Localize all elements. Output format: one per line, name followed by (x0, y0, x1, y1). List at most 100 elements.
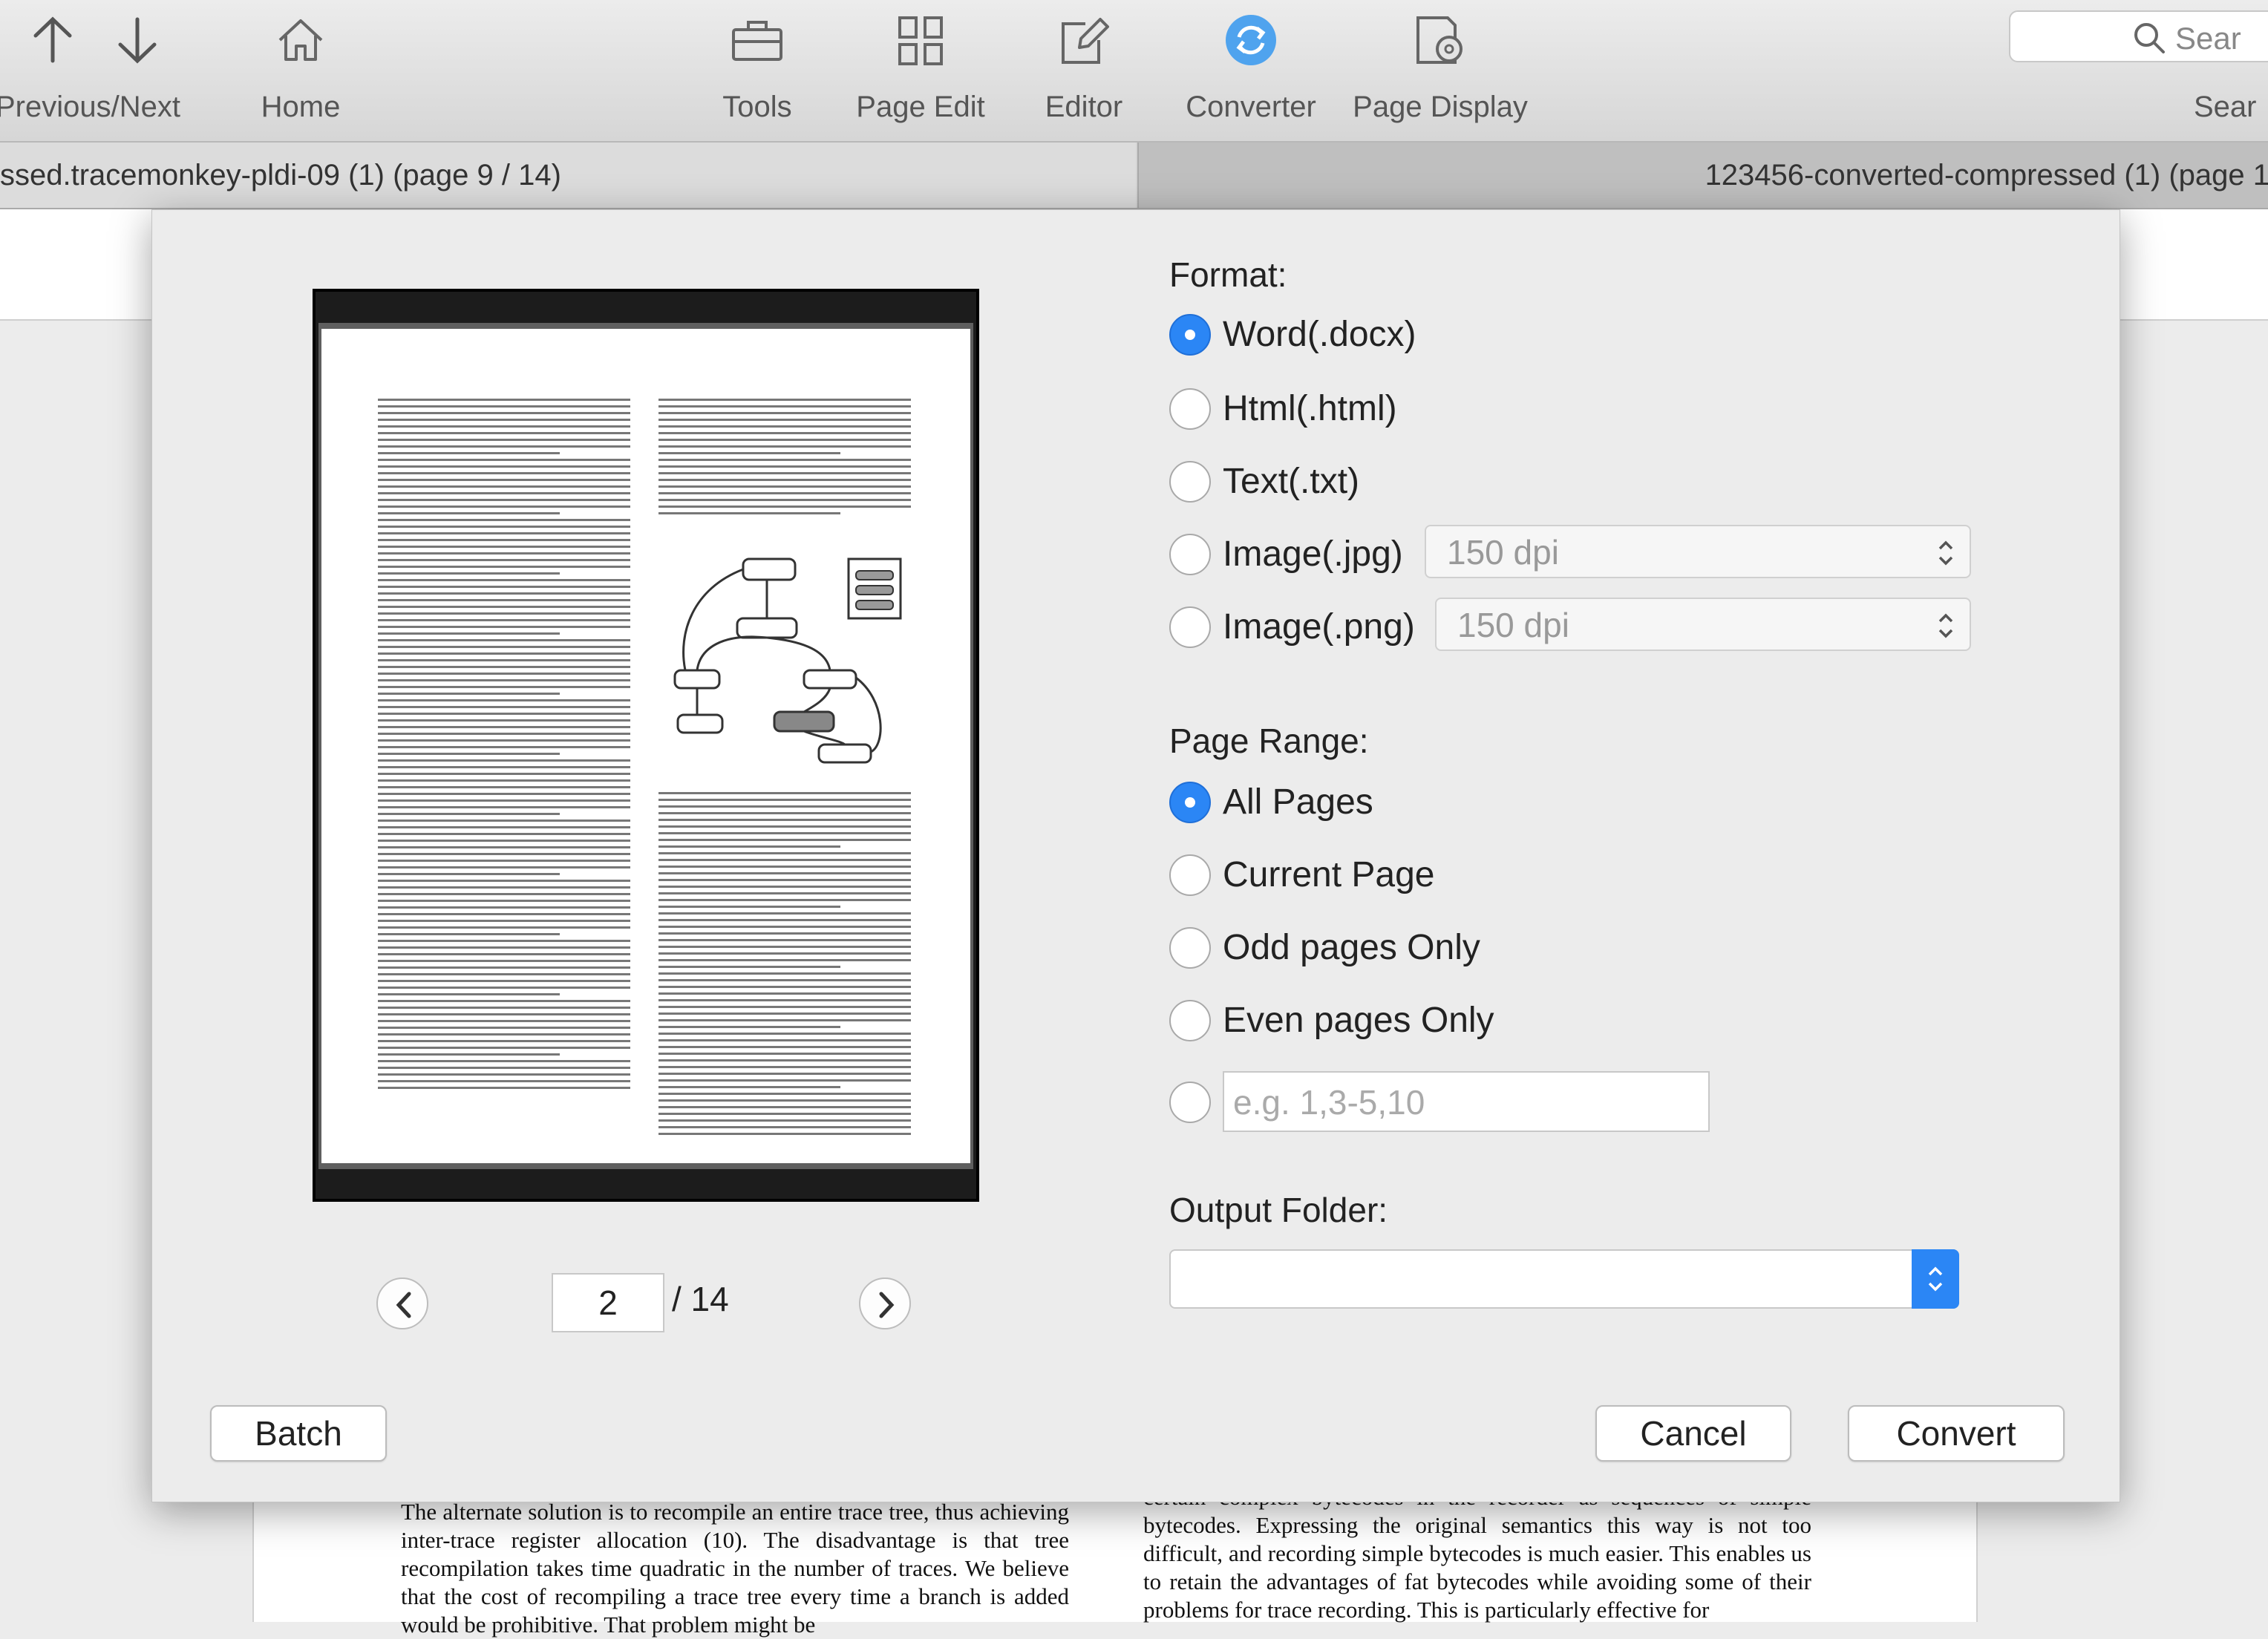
page-number-input[interactable]: 2 (552, 1273, 664, 1332)
preview-text-line (378, 880, 630, 882)
preview-text-line (378, 973, 630, 975)
editor-button[interactable]: Editor (1024, 0, 1143, 141)
page-display-button[interactable]: Page Display (1344, 0, 1537, 141)
preview-text-line (658, 452, 840, 454)
output-folder-stepper[interactable] (1912, 1249, 1959, 1309)
home-button[interactable]: Home (245, 0, 356, 141)
preview-text-line (658, 485, 911, 488)
preview-text-line (378, 452, 560, 454)
page-preview (313, 289, 979, 1202)
preview-text-line (658, 986, 911, 988)
preview-text-line (658, 1053, 911, 1055)
preview-text-line (658, 866, 911, 868)
preview-text-line (658, 952, 911, 955)
preview-text-line (658, 405, 911, 408)
preview-text-line (378, 559, 630, 561)
tools-button[interactable]: Tools (698, 0, 817, 141)
preview-text-line (378, 673, 630, 675)
convert-dialog: 2 / 14 Format: Word(.docx) Html(.html) T… (151, 209, 2120, 1502)
preview-text-line (378, 1087, 630, 1089)
preview-text-line (378, 686, 630, 688)
tab-tracemonkey[interactable]: ssed.tracemonkey-pldi-09 (1) (page 9 / 1… (0, 143, 1136, 208)
preview-text-line (658, 792, 911, 794)
preview-text-line (378, 439, 630, 441)
preview-text-line (378, 866, 630, 868)
preview-text-line (378, 699, 630, 701)
preview-text-line (378, 719, 630, 722)
preview-text-line (378, 1000, 630, 1002)
format-option-label: Text(.txt) (1223, 462, 1360, 501)
next-page-button[interactable] (859, 1277, 911, 1329)
preview-text-line (378, 506, 630, 508)
custom-range-field[interactable] (1223, 1071, 1710, 1132)
preview-text-line (378, 779, 630, 782)
format-label: Format: (1169, 255, 1287, 294)
previous-button[interactable] (27, 10, 79, 70)
output-folder-select[interactable] (1169, 1249, 1959, 1309)
page-edit-button[interactable]: Page Edit (839, 0, 1002, 141)
tab-converted-compressed[interactable]: 123456-converted-compressed (1) (page 1 (1137, 143, 2268, 208)
next-button[interactable] (111, 10, 163, 70)
preview-text-line (658, 892, 911, 894)
preview-text-line (378, 626, 630, 628)
radio-button[interactable] (1169, 534, 1211, 575)
preview-text-line (378, 606, 630, 608)
preview-text-line (378, 706, 630, 708)
radio-button[interactable] (1169, 461, 1211, 503)
preview-text-line (658, 812, 911, 814)
preview-text-line (658, 439, 911, 441)
preview-text-line (378, 1013, 630, 1015)
preview-text-line (658, 399, 911, 401)
preview-text-line (378, 1027, 630, 1029)
preview-text-line (378, 813, 560, 815)
radio-button[interactable] (1169, 606, 1211, 648)
preview-text-line (378, 579, 630, 581)
radio-button[interactable] (1169, 1082, 1211, 1123)
jpg-dpi-select[interactable]: 150 dpi (1425, 525, 1971, 578)
preview-text-line (378, 766, 630, 768)
preview-text-line (378, 479, 630, 481)
preview-text-line (658, 1019, 911, 1021)
preview-text-line (378, 419, 630, 421)
radio-button[interactable] (1169, 388, 1211, 430)
png-dpi-select[interactable]: 150 dpi (1435, 598, 1971, 651)
up-down-chevron-icon (1938, 613, 1953, 638)
preview-text-line (658, 506, 911, 508)
toolbox-icon (732, 21, 782, 61)
preview-text-line (658, 825, 911, 828)
range-option-label: All Pages (1223, 782, 1373, 822)
preview-text-line (658, 872, 911, 874)
previous-page-button[interactable] (376, 1277, 428, 1329)
preview-text-line (378, 786, 630, 788)
range-option-label: Current Page (1223, 855, 1435, 894)
converter-button[interactable]: Converter (1173, 0, 1329, 141)
preview-text-line (378, 399, 630, 401)
tools-label: Tools (722, 91, 792, 123)
custom-range-input[interactable] (1224, 1073, 1695, 1132)
preview-text-line (658, 926, 911, 928)
radio-button[interactable] (1169, 782, 1211, 823)
preview-text-line (378, 873, 560, 875)
preview-text-line (658, 445, 911, 448)
search-input[interactable]: Sear (2009, 10, 2268, 62)
cancel-button[interactable]: Cancel (1595, 1405, 1791, 1462)
format-option-label: Html(.html) (1223, 389, 1397, 428)
format-option-label: Word(.docx) (1223, 315, 1416, 354)
radio-button[interactable] (1169, 1000, 1211, 1041)
home-label: Home (261, 91, 341, 123)
batch-button[interactable]: Batch (210, 1405, 387, 1462)
preview-text-line (658, 1033, 911, 1035)
radio-button[interactable] (1169, 854, 1211, 896)
preview-text-line (658, 465, 911, 468)
convert-button[interactable]: Convert (1848, 1405, 2065, 1462)
radio-button[interactable] (1169, 314, 1211, 356)
preview-text-line (378, 893, 630, 895)
radio-button[interactable] (1169, 927, 1211, 969)
preview-text-line (378, 492, 630, 494)
document-tab-bar: ssed.tracemonkey-pldi-09 (1) (page 9 / 1… (0, 143, 2268, 209)
preview-text-line (378, 512, 560, 514)
arrow-down-icon (118, 17, 157, 64)
preview-text-line (378, 666, 630, 668)
preview-text-line (658, 1039, 911, 1041)
document-text-left: The alternate solution is to recompile a… (401, 1499, 1069, 1638)
